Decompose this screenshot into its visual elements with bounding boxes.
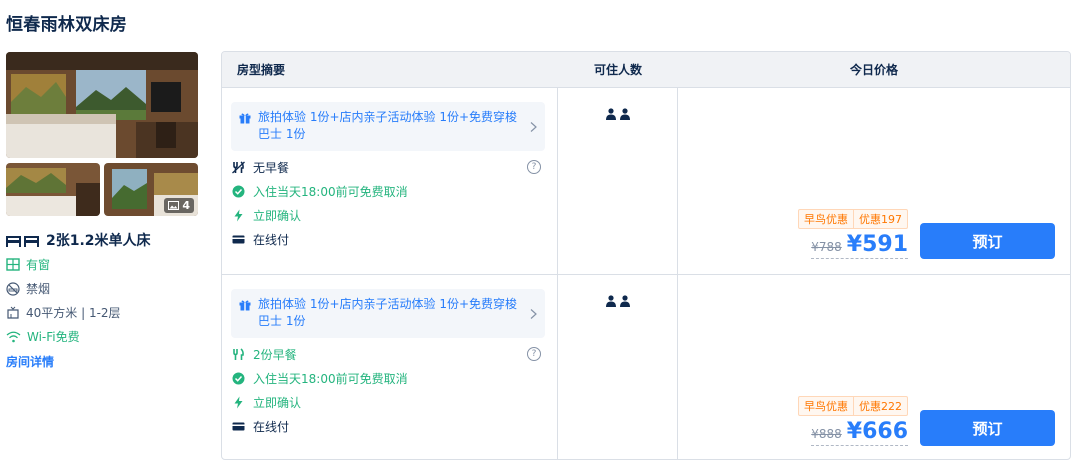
cancel-policy: 入住当天18:00前可免费取消	[232, 366, 545, 390]
price-cell: 早鸟优惠 优惠222 ¥888 ¥666 预订	[678, 275, 1070, 459]
rate-summary-cell: 旅拍体验 1份+店内亲子活动体验 1份+免费穿梭巴士 1份 2份早餐 ? 入住当…	[222, 275, 558, 459]
chevron-right-icon	[530, 121, 537, 132]
room-thumb-photo[interactable]	[6, 163, 100, 216]
current-price: ¥591	[846, 232, 908, 257]
header-summary: 房型摘要	[237, 63, 286, 77]
meal-policy: 2份早餐 ?	[232, 342, 545, 366]
image-icon	[168, 201, 180, 210]
package-text: 旅拍体验 1份+店内亲子活动体验 1份+免费穿梭巴士 1份	[258, 297, 518, 328]
bed-label: 2张1.2米单人床	[46, 233, 151, 249]
confirm-text: 立即确认	[253, 208, 302, 223]
discount-tag: 优惠222	[853, 397, 907, 415]
photo-count: 4	[182, 199, 190, 212]
price-line[interactable]: ¥788 ¥591	[811, 232, 908, 259]
cancel-text: 入住当天18:00前可免费取消	[253, 371, 408, 386]
confirm-text: 立即确认	[253, 395, 302, 410]
room-info-panel: 4 2张1.2米单人床 有窗 禁烟 40平方米 | 1-2层 Wi-Fi免费 房…	[6, 52, 198, 370]
rate-summary-cell: 旅拍体验 1份+店内亲子活动体验 1份+免费穿梭巴士 1份 无早餐 ? 入住当天…	[222, 88, 558, 274]
window-icon	[6, 258, 20, 271]
two-guests-icon	[605, 295, 630, 307]
occupancy-cell	[558, 88, 678, 274]
two-guests-icon	[605, 108, 630, 120]
pay-policy: 在线付	[232, 227, 545, 251]
breakfast-icon	[233, 347, 244, 360]
package-info[interactable]: 旅拍体验 1份+店内亲子活动体验 1份+免费穿梭巴士 1份	[231, 102, 545, 151]
no-smoking-icon	[6, 281, 20, 296]
original-price: ¥788	[811, 240, 842, 254]
cancel-text: 入住当天18:00前可免费取消	[253, 184, 408, 199]
pay-text: 在线付	[253, 419, 290, 434]
check-circle-icon	[232, 185, 245, 197]
price-line[interactable]: ¥888 ¥666	[811, 419, 908, 446]
header-price: 今日价格	[849, 63, 898, 77]
meal-text: 无早餐	[253, 160, 290, 175]
gift-icon	[239, 300, 251, 311]
check-circle-icon	[232, 372, 245, 384]
rate-row: 旅拍体验 1份+店内亲子活动体验 1份+免费穿梭巴士 1份 2份早餐 ? 入住当…	[222, 274, 1070, 459]
lightning-icon	[234, 209, 243, 221]
current-price: ¥666	[846, 419, 908, 444]
room-detail-link[interactable]: 房间详情	[6, 353, 54, 370]
package-text: 旅拍体验 1份+店内亲子活动体验 1份+免费穿梭巴士 1份	[258, 110, 518, 141]
promo-tag: 早鸟优惠	[804, 213, 848, 226]
header-occupancy: 可住人数	[593, 63, 642, 77]
facility-window: 有窗	[6, 255, 198, 274]
facility-area: 40平方米 | 1-2层	[6, 303, 198, 322]
no-breakfast-icon	[232, 160, 245, 173]
confirm-policy: 立即确认	[232, 390, 545, 414]
promo-tags: 早鸟优惠 优惠222	[798, 396, 908, 416]
book-button[interactable]: 预订	[920, 410, 1055, 446]
occupancy-cell	[558, 275, 678, 459]
help-icon[interactable]: ?	[527, 160, 541, 174]
pay-policy: 在线付	[232, 414, 545, 438]
meal-policy: 无早餐 ?	[232, 155, 545, 179]
gift-icon	[239, 113, 251, 124]
pay-text: 在线付	[253, 232, 290, 247]
card-icon	[232, 235, 245, 243]
area-icon	[7, 306, 19, 319]
meal-text: 2份早餐	[253, 347, 297, 362]
promo-tags: 早鸟优惠 优惠197	[798, 209, 908, 229]
facility-smoking: 禁烟	[6, 279, 198, 298]
rate-table: 房型摘要 可住人数 今日价格 旅拍体验 1份+店内亲子活动体验 1份+免费穿梭巴…	[221, 51, 1071, 460]
room-thumb-photo[interactable]: 4	[104, 163, 198, 216]
package-info[interactable]: 旅拍体验 1份+店内亲子活动体验 1份+免费穿梭巴士 1份	[231, 289, 545, 338]
table-header: 房型摘要 可住人数 今日价格	[222, 52, 1070, 87]
price-cell: 早鸟优惠 优惠197 ¥788 ¥591 预订	[678, 88, 1070, 274]
wifi-icon	[6, 331, 21, 342]
photo-count-badge[interactable]: 4	[164, 198, 194, 213]
lightning-icon	[234, 396, 243, 408]
card-icon	[232, 422, 245, 430]
book-button[interactable]: 预订	[920, 223, 1055, 259]
room-title: 恒春雨林双床房	[6, 15, 128, 35]
confirm-policy: 立即确认	[232, 203, 545, 227]
bed-icon	[6, 235, 39, 247]
help-icon[interactable]: ?	[527, 347, 541, 361]
chevron-right-icon	[530, 308, 537, 319]
original-price: ¥888	[811, 427, 842, 441]
facility-wifi: Wi-Fi免费	[6, 327, 198, 346]
discount-tag: 优惠197	[853, 210, 907, 228]
rate-row: 旅拍体验 1份+店内亲子活动体验 1份+免费穿梭巴士 1份 无早餐 ? 入住当天…	[222, 87, 1070, 274]
cancel-policy: 入住当天18:00前可免费取消	[232, 179, 545, 203]
room-main-photo[interactable]	[6, 52, 198, 158]
bed-info: 2张1.2米单人床	[6, 230, 198, 250]
promo-tag: 早鸟优惠	[804, 400, 848, 413]
